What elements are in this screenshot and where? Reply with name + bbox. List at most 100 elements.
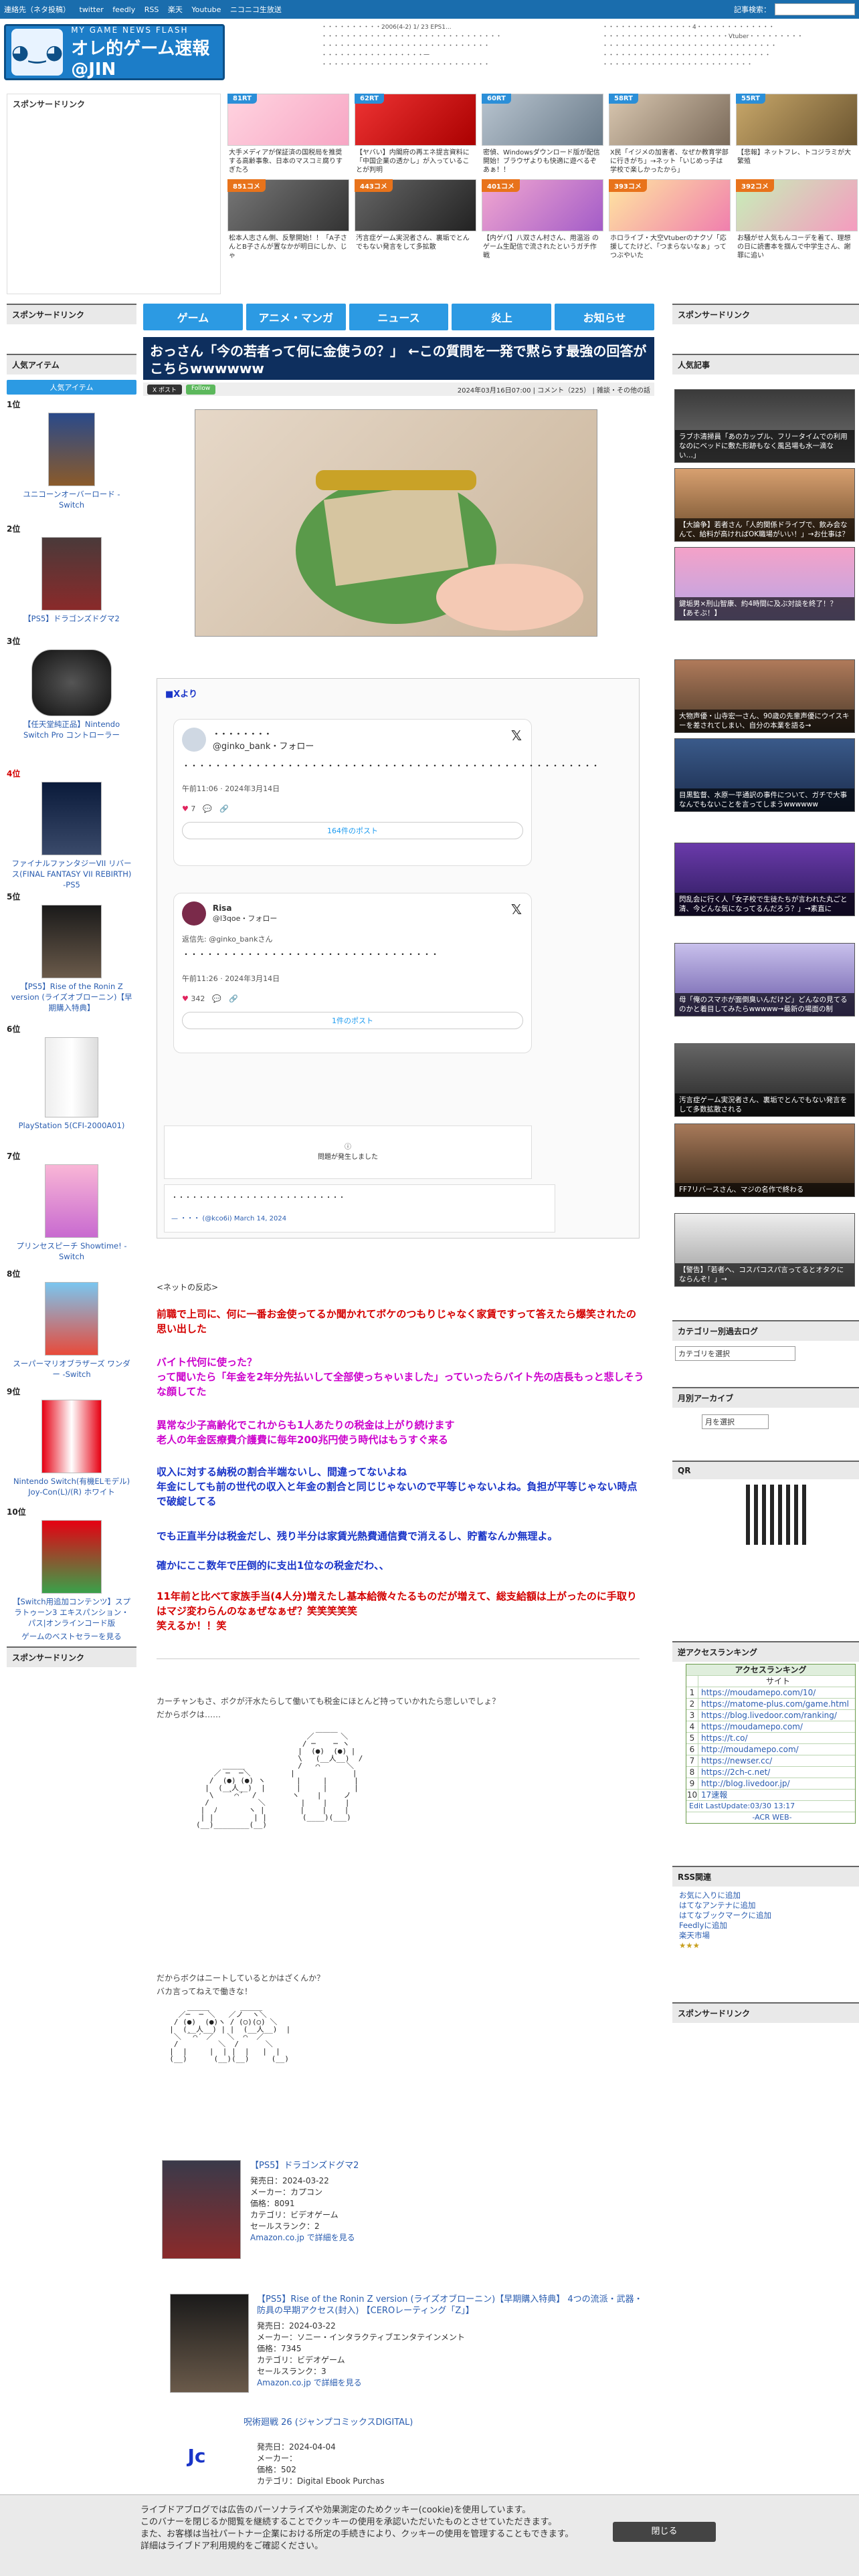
product-title[interactable]: 【Switch用追加コンテンツ】スプラトゥーン3 エキスパンション・パス|オンラ… xyxy=(7,1596,136,1628)
nav-info[interactable]: お知らせ xyxy=(555,304,654,330)
product-image[interactable] xyxy=(162,2160,241,2259)
product-title[interactable]: ファイナルファンタジーVII リバース(FINAL FANTASY VII RE… xyxy=(7,858,136,890)
top-link-twitter[interactable]: twitter xyxy=(80,5,104,14)
header-news-item[interactable]: ・・・・・・・・・・・・・・・・・・・・・・・・・・・・ xyxy=(321,41,575,51)
rss-link[interactable]: Feedlyに追加 xyxy=(679,1921,852,1931)
product-title[interactable]: Nintendo Switch(有機ELモデル) Joy-Con(L)/(R) … xyxy=(7,1476,136,1497)
ranking-item[interactable]: 1位 ユニコーンオーバーロード - Switch xyxy=(7,399,136,523)
heart-icon[interactable]: ♥ xyxy=(182,994,189,1003)
article-comments[interactable]: コメント（225） xyxy=(537,387,590,395)
product-image[interactable] xyxy=(170,2294,249,2393)
link-icon[interactable]: 🔗 xyxy=(219,804,229,813)
rss-link[interactable]: 楽天市場 xyxy=(679,1931,852,1941)
article-category[interactable]: 雑談・その他の話 xyxy=(597,387,650,395)
featured-article[interactable]: 55RT 【悲報】ネットフレ、トコジラミが大繁殖 xyxy=(736,94,858,173)
acr-site-link[interactable]: https://moudamepo.com/ xyxy=(698,1721,803,1732)
acr-site-link[interactable]: https://newser.cc/ xyxy=(698,1755,772,1766)
popular-article[interactable]: FF7リバースさん、マジの名作で終わる xyxy=(674,1123,855,1197)
bestseller-link[interactable]: ゲームのベストセラーを見る xyxy=(7,1631,136,1642)
featured-article[interactable]: 58RT X民「イジメの加害者、なぜか教育学部に行きがち」→ネット「いじめっ子は学… xyxy=(609,94,731,173)
month-select[interactable]: 月を選択 xyxy=(702,1414,769,1429)
product-title[interactable]: 【任天堂純正品】Nintendo Switch Pro コントローラー xyxy=(7,719,136,740)
acr-update[interactable]: Edit LastUpdate:03/30 13:17 xyxy=(686,1801,795,1812)
popular-article[interactable]: 目黒監督、水原一平通訳の事件について、ガチで大事なんでもないことを言ってしまうw… xyxy=(674,738,855,812)
ranking-item[interactable]: 4位 ファイナルファンタジーVII リバース(FINAL FANTASY VII… xyxy=(7,768,136,891)
popular-items-tab[interactable]: 人気アイテム xyxy=(7,380,136,395)
amazon-link[interactable]: Amazon.co.jp で詳細を見る xyxy=(250,2232,645,2244)
tweet-read-more[interactable]: 164件のポスト xyxy=(182,822,523,839)
amazon-link[interactable]: Amazon.co.jp で詳細を見る xyxy=(257,2377,645,2389)
product-title[interactable]: ユニコーンオーバーロード - Switch xyxy=(7,489,136,510)
acr-site-link[interactable]: http://moudamepo.com/ xyxy=(698,1744,799,1755)
acr-site-link[interactable]: https://2ch-c.net/ xyxy=(698,1767,770,1778)
acr-site-link[interactable]: https://matome-plus.com/game.html xyxy=(698,1699,849,1709)
rss-link[interactable]: はてなブックマークに追加 xyxy=(679,1911,852,1921)
ranking-item[interactable]: 5位 【PS5】Rise of the Ronin Z version (ライズ… xyxy=(7,891,136,1023)
popular-article[interactable]: 母「俺のスマホが面倒臭いんだけど」どんなの見てるのかと着目してみたらwwwww→… xyxy=(674,943,855,1016)
product-title[interactable]: スーパーマリオブラザーズ ワンダー -Switch xyxy=(7,1358,136,1380)
rss-link[interactable]: お気に入りに追加 xyxy=(679,1891,852,1901)
rss-link[interactable]: はてなアンテナに追加 xyxy=(679,1901,852,1911)
top-link-rss[interactable]: RSS xyxy=(145,5,159,14)
popular-article[interactable]: 大物声優・山寺宏一さん、90歳の先輩声優にウイスキーを差されてしまい、自分の本業… xyxy=(674,659,855,733)
link-icon[interactable]: 🔗 xyxy=(229,994,238,1003)
ranking-item[interactable]: 6位 PlayStation 5(CFI-2000A01) xyxy=(7,1023,136,1150)
acr-site-link[interactable]: https://moudamepo.com/10/ xyxy=(698,1687,816,1698)
popular-article[interactable]: 【大論争】若者さん「人的関係ドライブで、飲み会なんて、給料が高ければOK職場がい… xyxy=(674,468,855,542)
tweet-author-handle[interactable]: @ginko_bank・フォロー xyxy=(213,739,314,752)
jump-comics-logo[interactable]: Jc xyxy=(177,2447,217,2490)
acr-site-link[interactable]: http://blog.livedoor.jp/ xyxy=(698,1778,790,1789)
featured-article[interactable]: 62RT 【ヤバい】内閣府の再エネ提言資料に「中国企業の透かし」が入っていることが… xyxy=(355,94,476,173)
x-logo-icon[interactable]: 𝕏 xyxy=(511,728,522,744)
featured-article[interactable]: 81RT 大手メディアが保証済の国税局を推奨する高齢事象、日本のマスコミ腐りすぎた… xyxy=(227,94,349,173)
top-link-niconico[interactable]: ニコニコ生放送 xyxy=(230,5,282,14)
nav-news[interactable]: ニュース xyxy=(349,304,449,330)
header-news-item[interactable]: ・・・・・・・・・・2006(4-2) 1/ 23 EPS1... xyxy=(321,23,575,32)
featured-article[interactable]: 443コメ 汚言症ゲーム実況者さん、裏垢でとんでもない発言をして多拡散 xyxy=(355,179,476,258)
product-card[interactable]: Jc 呪術廻戦 26 (ジャンプコミックスDIGITAL) 発売日：2024-0… xyxy=(157,2417,652,2490)
top-link-feedly[interactable]: feedly xyxy=(112,5,135,14)
ranking-item[interactable]: 7位 プリンセスピーチ Showtime! -Switch xyxy=(7,1150,136,1268)
featured-article[interactable]: 401コメ 【内ゲバ】八双さん村さん、用温浴 のゲーム生配信で流されたというガチ作… xyxy=(482,179,603,258)
x-post-button[interactable]: X ポスト xyxy=(147,384,183,395)
tweet-card[interactable]: Risa @l3qoe・フォロー 𝕏 返信先: @ginko_bankさん ・・… xyxy=(173,893,532,1053)
header-news-item[interactable]: ・・・・・・・・・・・・・・・・・・・・・・・・・・・・ xyxy=(602,51,850,60)
nav-anime-manga[interactable]: アニメ・マンガ xyxy=(246,304,346,330)
header-news-item[interactable]: ・・・・・・・・・・・・・・・・・・・・・・・・・ xyxy=(602,60,850,70)
product-title[interactable]: 呪術廻戦 26 (ジャンプコミックスDIGITAL) xyxy=(244,2417,625,2428)
acr-site-link[interactable]: https://t.co/ xyxy=(698,1733,748,1743)
popular-article[interactable]: 鍵垢男×刑山智康、約4時間に及ぶ対談を終了！？【あそぶ！】 xyxy=(674,547,855,621)
top-link-rakuten[interactable]: 楽天 xyxy=(168,5,183,14)
product-title[interactable]: PlayStation 5(CFI-2000A01) xyxy=(7,1120,136,1131)
product-title[interactable]: 【PS5】Rise of the Ronin Z version (ライズオブロ… xyxy=(7,981,136,1013)
featured-article[interactable]: 393コメ ホロライブ・大空Vtuberのナクゾ「応援してたけど、「つまらないなぁ… xyxy=(609,179,731,258)
tweet-reply-to[interactable]: 返信先: @ginko_bankさん xyxy=(182,934,523,944)
product-card[interactable]: 【PS5】ドラゴンズドグマ2 発売日：2024-03-22 メーカー：カプコン … xyxy=(157,2160,652,2260)
header-news-item[interactable]: ・・・・・・・・・・・・・・・・・・・・・・・・・・・・ xyxy=(321,60,575,70)
popular-article[interactable]: 【警告】「若者へ、コスパコスパ言ってるとオタクにならんぞ！」→ xyxy=(674,1213,855,1287)
header-news-item[interactable]: ・・・・・・・・・・・・・・・・・・・・・・・・・・・・・・ xyxy=(321,32,575,41)
nav-enjo[interactable]: 炎上 xyxy=(452,304,552,330)
quote-author[interactable]: — ・・・ (@kco6i) March 14, 2024 xyxy=(171,1212,548,1222)
header-news-item[interactable]: ・・・・・・・・・・・・・・・・・・・・・・・・・・・・・ xyxy=(602,41,850,51)
follow-button[interactable]: Follow xyxy=(186,384,216,395)
top-link-contact[interactable]: 連絡先（ネタ投稿） xyxy=(4,5,70,14)
acr-footer[interactable]: -ACR WEB- xyxy=(686,1812,855,1823)
product-title[interactable]: プリンセスピーチ Showtime! -Switch xyxy=(7,1241,136,1262)
ranking-item[interactable]: 2位 【PS5】ドラゴンズドグマ2 xyxy=(7,523,136,635)
tweet-card[interactable]: ・・・・・・・・ @ginko_bank・フォロー 𝕏 ・・・・・・・・・・・・… xyxy=(173,719,599,866)
tweet-author-handle[interactable]: @l3qoe・フォロー xyxy=(213,913,278,924)
popular-article[interactable]: 汚言症ゲーム実況者さん、裏垢でとんでもない発言をして多数拡散される xyxy=(674,1043,855,1117)
product-card[interactable]: 【PS5】Rise of the Ronin Z version (ライズオブロ… xyxy=(157,2294,652,2401)
cookie-close-button[interactable]: 閉じる xyxy=(613,2522,716,2542)
search-input[interactable] xyxy=(775,3,855,15)
product-title[interactable]: 【PS5】Rise of the Ronin Z version (ライズオブロ… xyxy=(257,2294,645,2317)
header-news-item[interactable]: ・・・・・・・・・・・・・・・4・・・・・・・・・・・・・ xyxy=(602,23,850,32)
featured-article[interactable]: 60RT 密偵、Windowsダウンロード版が配信開始！ブラウザよりも快適に遊べる… xyxy=(482,94,603,173)
header-news-item[interactable]: ・・・・・・・・・・・・・・・・・・・・・Vtuber・・・・・・・・・ xyxy=(602,32,850,41)
nav-game[interactable]: ゲーム xyxy=(143,304,243,330)
featured-article[interactable]: 851コメ 松本人志さん側、反撃開始！！「A子さんとB子さんが置なかが明日にしか、… xyxy=(227,179,349,258)
reply-icon[interactable]: 💬 xyxy=(203,804,212,813)
product-title[interactable]: 【PS5】ドラゴンズドグマ2 xyxy=(250,2160,645,2171)
site-logo[interactable]: ◕‿◕ MY GAME NEWS FLASH オレ的ゲーム速報@JIN xyxy=(4,24,225,80)
